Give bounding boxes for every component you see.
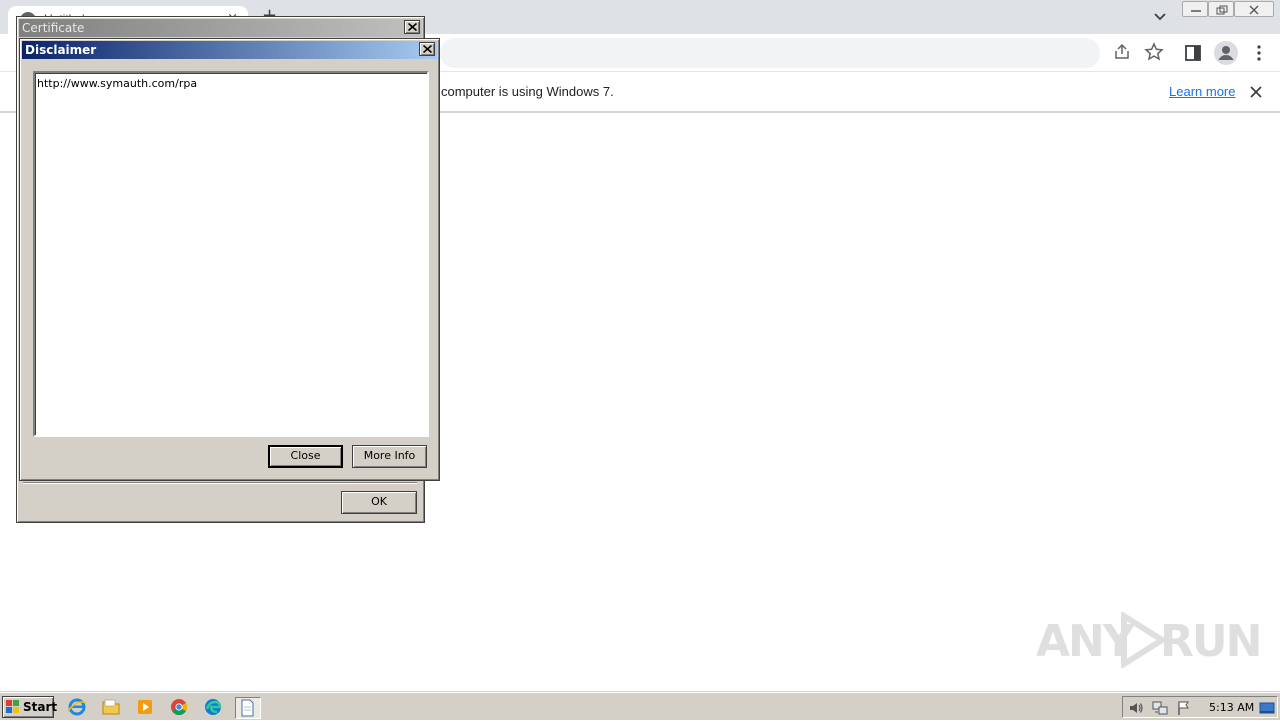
close-icon[interactable] — [1248, 84, 1264, 100]
taskbar-notepad[interactable] — [235, 697, 261, 719]
profile-avatar-icon[interactable] — [1213, 40, 1239, 66]
close-icon — [408, 23, 417, 31]
infobar-message: computer is using Windows 7. — [441, 84, 614, 99]
taskbar: Start 5:13 AM — [0, 692, 1280, 720]
taskbar-internet-explorer[interactable] — [66, 697, 92, 719]
notepad-icon — [241, 699, 254, 717]
more-info-button[interactable]: More Info — [352, 445, 427, 468]
start-label: Start — [23, 700, 58, 714]
edge-icon — [205, 699, 222, 715]
disclaimer-titlebar[interactable]: Disclaimer — [22, 41, 437, 59]
taskbar-clock[interactable]: 5:13 AM — [1209, 701, 1254, 714]
ok-button[interactable]: OK — [341, 491, 417, 514]
speaker-icon[interactable] — [1128, 700, 1144, 716]
action-center-flag-icon[interactable] — [1176, 700, 1192, 716]
chevron-down-icon[interactable] — [1150, 6, 1170, 26]
disclaimer-text: http://www.symauth.com/rpa — [37, 77, 198, 90]
minimize-button[interactable] — [1182, 1, 1208, 17]
anyrun-watermark: ANY RUN — [1036, 610, 1262, 670]
media-player-icon — [138, 700, 152, 714]
certificate-close-button[interactable] — [404, 20, 420, 34]
network-icon[interactable] — [1152, 700, 1168, 716]
chrome-icon — [171, 699, 187, 715]
system-tray: 5:13 AM — [1122, 696, 1278, 718]
taskbar-file-explorer[interactable] — [100, 697, 126, 719]
learn-more-link[interactable]: Learn more — [1169, 84, 1235, 99]
watermark-left-text: ANY — [1036, 616, 1135, 667]
windows-logo-icon — [6, 700, 19, 713]
certificate-title: Certificate — [22, 21, 85, 35]
certificate-titlebar[interactable]: Certificate — [19, 19, 422, 37]
start-button[interactable]: Start — [2, 696, 58, 718]
taskbar-edge[interactable] — [202, 697, 228, 719]
side-panel-icon[interactable] — [1183, 43, 1203, 63]
restore-button[interactable] — [1208, 1, 1234, 17]
disclaimer-dialog: Disclaimer http://www.symauth.com/rpa Cl… — [19, 38, 440, 481]
window-close-button[interactable] — [1234, 1, 1274, 17]
watermark-right-text: RUN — [1160, 616, 1262, 667]
disclaimer-title: Disclaimer — [25, 43, 97, 57]
internet-explorer-icon — [67, 698, 87, 716]
taskbar-media-player[interactable] — [134, 697, 160, 719]
disclaimer-text-area[interactable]: http://www.symauth.com/rpa — [33, 71, 429, 437]
star-icon[interactable] — [1144, 42, 1164, 62]
menu-dots-icon[interactable] — [1249, 43, 1269, 63]
close-button[interactable]: Close — [268, 445, 343, 468]
disclaimer-close-button[interactable] — [419, 42, 435, 56]
address-bar[interactable] — [440, 38, 1164, 68]
show-desktop-icon[interactable] — [1259, 700, 1275, 716]
share-icon[interactable] — [1112, 42, 1132, 62]
certificate-divider — [23, 482, 417, 484]
close-icon — [423, 45, 432, 53]
taskbar-chrome[interactable] — [168, 697, 194, 719]
folder-icon — [102, 699, 120, 715]
